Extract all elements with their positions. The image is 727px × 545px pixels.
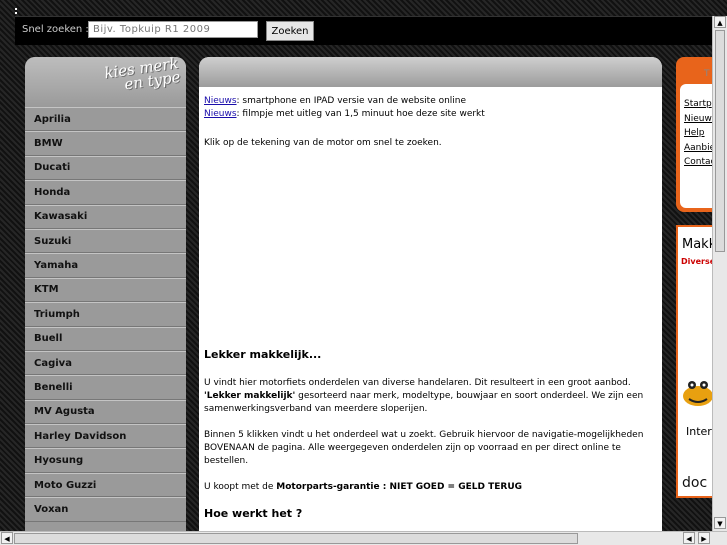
news-link[interactable]: Nieuws	[204, 96, 237, 106]
ad-subtitle: Diverse	[681, 257, 716, 266]
brand-item[interactable]: Benelli	[25, 375, 186, 400]
search-label: Snel zoeken :	[22, 24, 89, 35]
brand-item[interactable]: MV Agusta	[25, 399, 186, 425]
brand-item[interactable]: Yamaha	[25, 253, 186, 278]
sidebar-header: kies merk en type	[25, 57, 186, 107]
right-menu-title: T	[704, 69, 710, 79]
click-instruction: Klik op de tekening van de motor om snel…	[204, 138, 442, 148]
vertical-scroll-thumb[interactable]	[715, 30, 725, 252]
brand-list: Aprilia BMW Ducati Honda Kawasaki Suzuki Yamah…	[25, 107, 186, 522]
sidebar-logo: kies merk en type	[104, 57, 182, 94]
motor-drawing-area[interactable]	[204, 163, 657, 348]
guarantee-bold: Motorparts-garantie : NIET GOED = GELD T…	[276, 482, 523, 492]
brand-item[interactable]: Triumph	[25, 302, 186, 327]
scroll-left-icon[interactable]: ◀	[1, 532, 13, 544]
scroll-right-icon[interactable]: ▶	[698, 532, 710, 544]
news-text: : filmpje met uitleg van 1,5 minuut hoe …	[236, 109, 485, 119]
horizontal-scroll-thumb[interactable]	[14, 533, 578, 544]
main-content: Nieuws: smartphone en IPAD versie van de…	[199, 87, 662, 537]
intro-text-bold: 'Lekker makkelijk'	[204, 391, 296, 401]
navigation-paragraph: Binnen 5 klikken vindt u het onderdeel w…	[204, 430, 644, 466]
brand-item[interactable]: Kawasaki	[25, 204, 186, 229]
brand-item[interactable]: Ducati	[25, 155, 186, 181]
section-title-how: Hoe werkt het ?	[204, 507, 303, 520]
section-title-easy: Lekker makkelijk...	[204, 348, 322, 361]
ad-bottom-text: doc	[682, 475, 708, 491]
search-button[interactable]: Zoeken	[266, 21, 314, 41]
brand-item[interactable]: Suzuki	[25, 228, 186, 254]
guarantee-text: U koopt met de	[204, 482, 277, 492]
mascot-icon	[683, 381, 713, 406]
brand-item[interactable]: Hyosung	[25, 448, 186, 473]
brand-item[interactable]: Aprilia	[25, 107, 186, 132]
main-panel: Nieuws: smartphone en IPAD versie van de…	[199, 57, 662, 537]
news-link[interactable]: Nieuws	[204, 109, 237, 119]
scroll-up-icon[interactable]: ▲	[714, 16, 726, 28]
guarantee-paragraph: U koopt met de Motorparts-garantie : NIE…	[204, 481, 657, 494]
ad-inter-text: Inter	[686, 425, 712, 438]
scroll-left-icon-2[interactable]: ◀	[683, 532, 695, 544]
horizontal-scrollbar[interactable]: ◀ ◀ ▶	[0, 531, 727, 545]
news-text: : smartphone en IPAD versie van de websi…	[236, 96, 467, 106]
brand-sidebar: kies merk en type Aprilia BMW Ducati Honda K…	[25, 57, 186, 535]
intro-paragraph: U vindt hier motorfiets onderdelen van d…	[204, 377, 657, 416]
intro-text-a: U vindt hier motorfiets onderdelen van d…	[204, 378, 631, 388]
quick-search-bar: Snel zoeken : Zoeken	[15, 16, 727, 45]
news-item: Nieuws: filmpje met uitleg van 1,5 minuu…	[204, 108, 657, 121]
main-panel-header	[199, 57, 662, 87]
search-input[interactable]	[88, 21, 258, 38]
brand-item[interactable]: Harley Davidson	[25, 424, 186, 449]
news-item: Nieuws: smartphone en IPAD versie van de…	[204, 95, 657, 108]
brand-item[interactable]: BMW	[25, 131, 186, 156]
brand-item[interactable]: Cagiva	[25, 350, 186, 376]
brand-item[interactable]: Honda	[25, 180, 186, 205]
scroll-down-icon[interactable]: ▼	[714, 517, 726, 529]
brand-item[interactable]: Moto Guzzi	[25, 472, 186, 498]
brand-item[interactable]: Voxan	[25, 497, 186, 522]
brand-item[interactable]: KTM	[25, 277, 186, 303]
brand-item[interactable]: Buell	[25, 326, 186, 351]
vertical-scrollbar[interactable]: ▲ ▼	[712, 16, 727, 531]
